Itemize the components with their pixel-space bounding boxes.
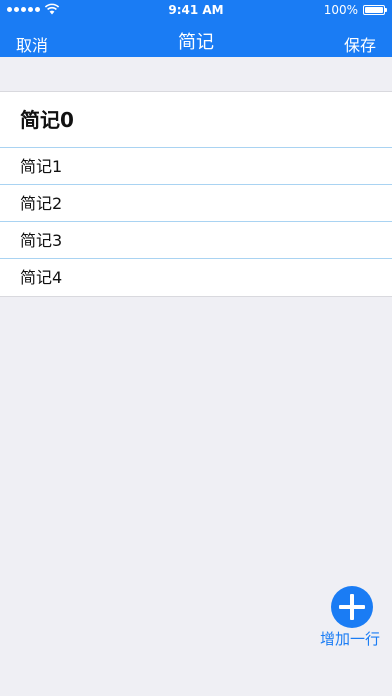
top-bar: 9:41 AM 100% 取消 简记 保存: [0, 0, 392, 57]
note-row-4[interactable]: 简记4: [0, 259, 392, 296]
notes-list: 简记0 简记1 简记2 简记3 简记4: [0, 91, 392, 297]
page-title: 简记: [178, 32, 214, 53]
status-bar: 9:41 AM 100%: [0, 0, 392, 20]
add-row-button[interactable]: [331, 586, 373, 628]
app-screen: 9:41 AM 100% 取消 简记 保存 简记0 简记1 简记2 简记3 简记…: [0, 0, 392, 696]
note-row-3[interactable]: 简记3: [0, 222, 392, 259]
note-row-0[interactable]: 简记0: [0, 92, 392, 148]
add-row-label[interactable]: 增加一行: [310, 628, 390, 649]
save-button[interactable]: 保存: [344, 32, 376, 56]
note-row-1[interactable]: 简记1: [0, 148, 392, 185]
battery-percent: 100%: [323, 3, 358, 17]
navigation-bar: 取消 简记 保存: [0, 20, 392, 57]
note-row-2[interactable]: 简记2: [0, 185, 392, 222]
battery-icon: [363, 5, 387, 15]
